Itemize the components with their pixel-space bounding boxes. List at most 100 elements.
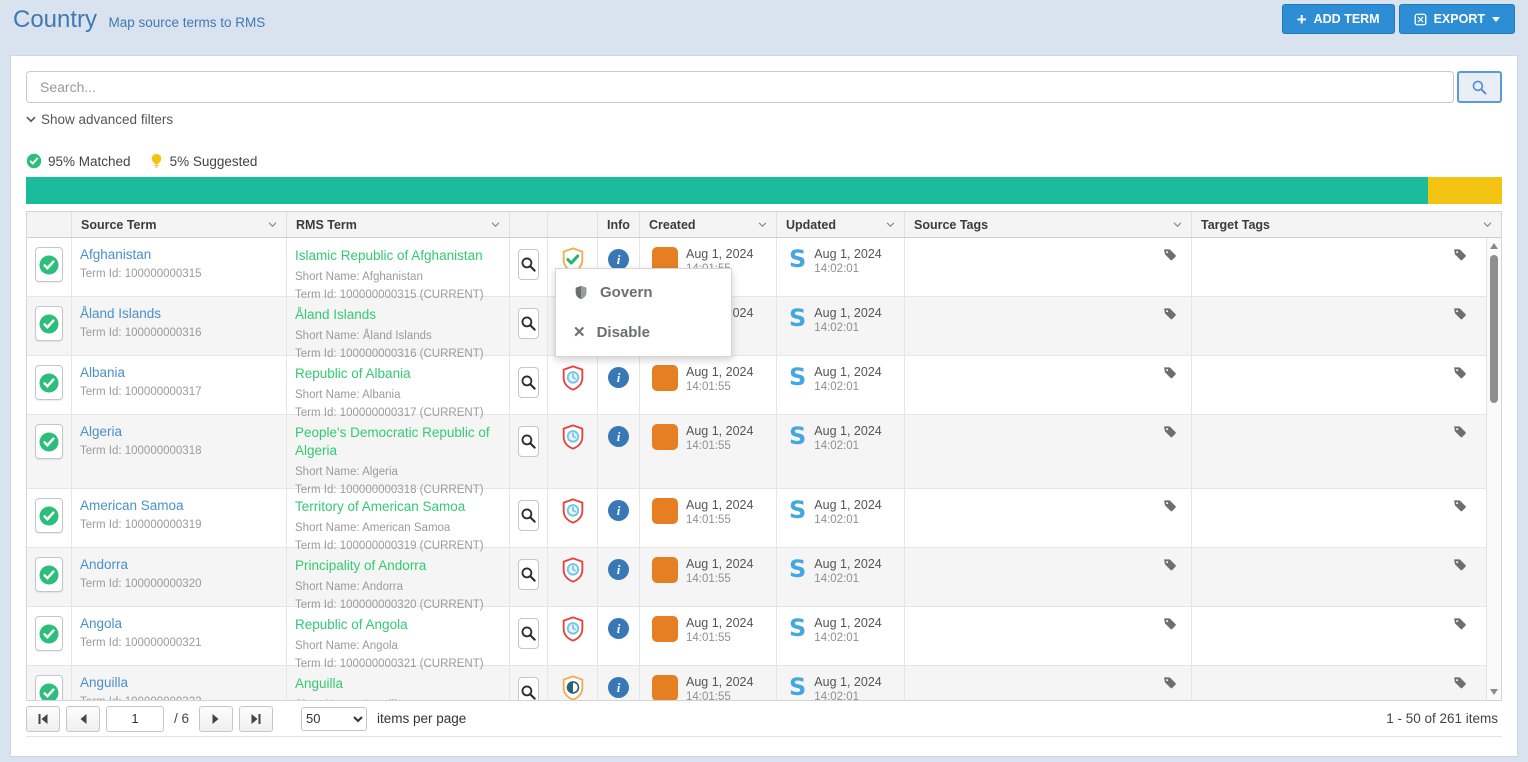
pending-shield-icon[interactable] [559,364,587,408]
main-panel: Show advanced filters 95% Matched 5% Sug… [10,55,1518,757]
preview-button[interactable] [518,426,539,457]
target-tags-icon[interactable] [1453,676,1467,700]
scrollbar-thumb[interactable] [1490,255,1498,403]
page-number-input[interactable] [106,706,164,732]
preview-button[interactable] [518,618,539,649]
row-select-button[interactable] [35,247,63,282]
column-header-updated[interactable]: Updated [777,212,905,237]
mapping-table: Source Term RMS Term Info Created Update… [26,211,1502,701]
column-header-target-tags[interactable]: Target Tags [1192,212,1501,237]
sort-chevron-icon [268,222,277,228]
source-tags-icon[interactable] [1163,558,1177,600]
previous-page-button[interactable] [66,706,100,732]
pending-shield-icon[interactable] [559,556,587,600]
source-term-link[interactable]: Afghanistan [80,247,278,262]
show-advanced-filters-link[interactable]: Show advanced filters [26,112,173,127]
source-tags-icon[interactable] [1163,248,1177,290]
source-term-link[interactable]: American Samoa [80,498,278,513]
target-tags-icon[interactable] [1453,617,1467,659]
search-icon [1471,79,1488,96]
preview-button[interactable] [518,308,539,339]
search-input[interactable] [26,71,1454,103]
preview-button[interactable] [518,500,539,531]
info-icon[interactable]: i [608,367,629,388]
row-select-button[interactable] [35,365,63,400]
row-select-button[interactable] [35,424,63,459]
tag-icon [1163,366,1177,380]
source-term-link[interactable]: Albania [80,365,278,380]
pending-shield-icon[interactable] [559,615,587,659]
created-source-icon [652,616,678,642]
preview-button[interactable] [518,367,539,398]
row-select-button[interactable] [35,616,63,651]
source-tags-icon[interactable] [1163,425,1177,482]
info-icon[interactable]: i [608,249,629,270]
source-tags-icon[interactable] [1163,617,1177,659]
match-progress-bar [26,177,1502,204]
rms-term-link[interactable]: Territory of American Samoa [295,498,501,516]
info-icon[interactable]: i [608,677,629,698]
rms-term-link[interactable]: Principality of Andorra [295,557,501,575]
source-term-link[interactable]: Åland Islands [80,306,278,321]
rms-term-link[interactable]: Åland Islands [295,306,501,324]
rms-term-link[interactable]: Republic of Albania [295,365,501,383]
info-icon[interactable]: i [608,559,629,580]
target-tags-icon[interactable] [1453,307,1467,349]
source-tags-icon[interactable] [1163,676,1177,700]
menu-item-govern[interactable]: Govern [556,273,731,312]
source-term-link[interactable]: Angola [80,616,278,631]
source-term-id: Term Id: 100000000317 [80,384,278,402]
preview-button[interactable] [518,677,539,700]
enabled-shield-icon[interactable] [559,674,587,700]
column-header-source-term[interactable]: Source Term [72,212,287,237]
scroll-down-arrow[interactable] [1490,689,1498,695]
source-tags-icon[interactable] [1163,307,1177,349]
tag-icon [1453,558,1467,572]
rms-term-link[interactable]: People's Democratic Republic of Algeria [295,424,501,460]
updated-date: Aug 1, 2024 [814,557,881,571]
menu-item-disable[interactable]: ✕ Disable [556,312,731,352]
vertical-scrollbar[interactable] [1486,238,1501,700]
scroll-up-arrow[interactable] [1490,243,1498,249]
source-term-link[interactable]: Anguilla [80,675,278,690]
created-source-icon [652,498,678,524]
target-tags-icon[interactable] [1453,558,1467,600]
target-tags-icon[interactable] [1453,248,1467,290]
search-button[interactable] [1457,71,1502,103]
preview-button[interactable] [518,249,539,280]
pending-shield-icon[interactable] [559,423,587,482]
updated-time: 14:02:01 [814,573,881,585]
preview-button[interactable] [518,559,539,590]
target-tags-icon[interactable] [1453,499,1467,541]
add-term-button[interactable]: + ADD TERM [1282,4,1395,34]
source-term-link[interactable]: Algeria [80,424,278,439]
matched-segment [26,177,1428,204]
rms-term-link[interactable]: Anguilla [295,675,501,693]
rms-term-link[interactable]: Republic of Angola [295,616,501,634]
pending-shield-icon[interactable] [559,497,587,541]
source-tags-icon[interactable] [1163,366,1177,408]
last-page-button[interactable] [239,706,273,732]
target-tags-icon[interactable] [1453,366,1467,408]
export-button[interactable]: EXPORT [1399,4,1515,34]
row-select-button[interactable] [35,675,63,700]
items-per-page-select[interactable]: 50 [301,707,367,731]
magnifier-icon [520,374,537,391]
rms-term-link[interactable]: Islamic Republic of Afghanistan [295,247,501,265]
info-icon[interactable]: i [608,618,629,639]
row-select-button[interactable] [35,498,63,533]
column-header-created[interactable]: Created [640,212,777,237]
first-page-button[interactable] [26,706,60,732]
target-tags-icon[interactable] [1453,425,1467,482]
source-tags-icon[interactable] [1163,499,1177,541]
info-icon[interactable]: i [608,426,629,447]
column-header-source-tags[interactable]: Source Tags [905,212,1192,237]
source-term-link[interactable]: Andorra [80,557,278,572]
lightbulb-icon [149,153,164,169]
row-select-button[interactable] [35,306,63,341]
next-page-button[interactable] [199,706,233,732]
row-select-button[interactable] [35,557,63,592]
info-icon[interactable]: i [608,500,629,521]
column-header-rms-term[interactable]: RMS Term [287,212,510,237]
tag-icon [1453,676,1467,690]
